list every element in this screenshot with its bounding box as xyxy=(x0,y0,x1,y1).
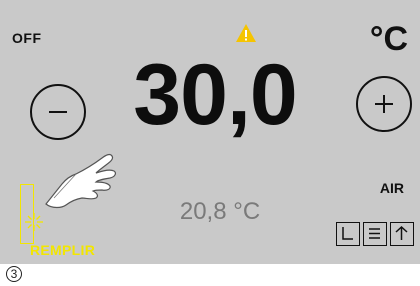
fill-label: REMPLIR xyxy=(30,242,96,258)
fill-alert-flash xyxy=(25,213,43,231)
decrease-button[interactable] xyxy=(30,84,86,140)
up-button[interactable] xyxy=(390,222,414,246)
current-temperature: 20,8 °C xyxy=(179,198,261,225)
up-arrow-icon xyxy=(395,225,408,240)
minus-icon xyxy=(49,111,67,113)
menu-icon xyxy=(369,228,380,239)
control-panel-display: OFF °C 30,0 20,8 °C AIR REMPLIR xyxy=(0,0,420,264)
temperature-unit: °C xyxy=(369,20,408,58)
timer-button[interactable] xyxy=(336,222,360,246)
plus-icon xyxy=(375,95,393,113)
timer-icon xyxy=(342,227,353,240)
power-status: OFF xyxy=(12,30,42,46)
increase-button[interactable] xyxy=(356,76,412,132)
setpoint-temperature: 30,0 xyxy=(133,47,297,143)
menu-button[interactable] xyxy=(363,222,387,246)
figure: OFF °C 30,0 20,8 °C AIR REMPLIR 3 xyxy=(0,0,420,286)
warning-icon xyxy=(236,24,256,42)
pointing-hand-icon xyxy=(45,153,116,209)
callout-number: 3 xyxy=(6,266,22,282)
mode-label: AIR xyxy=(379,180,404,196)
